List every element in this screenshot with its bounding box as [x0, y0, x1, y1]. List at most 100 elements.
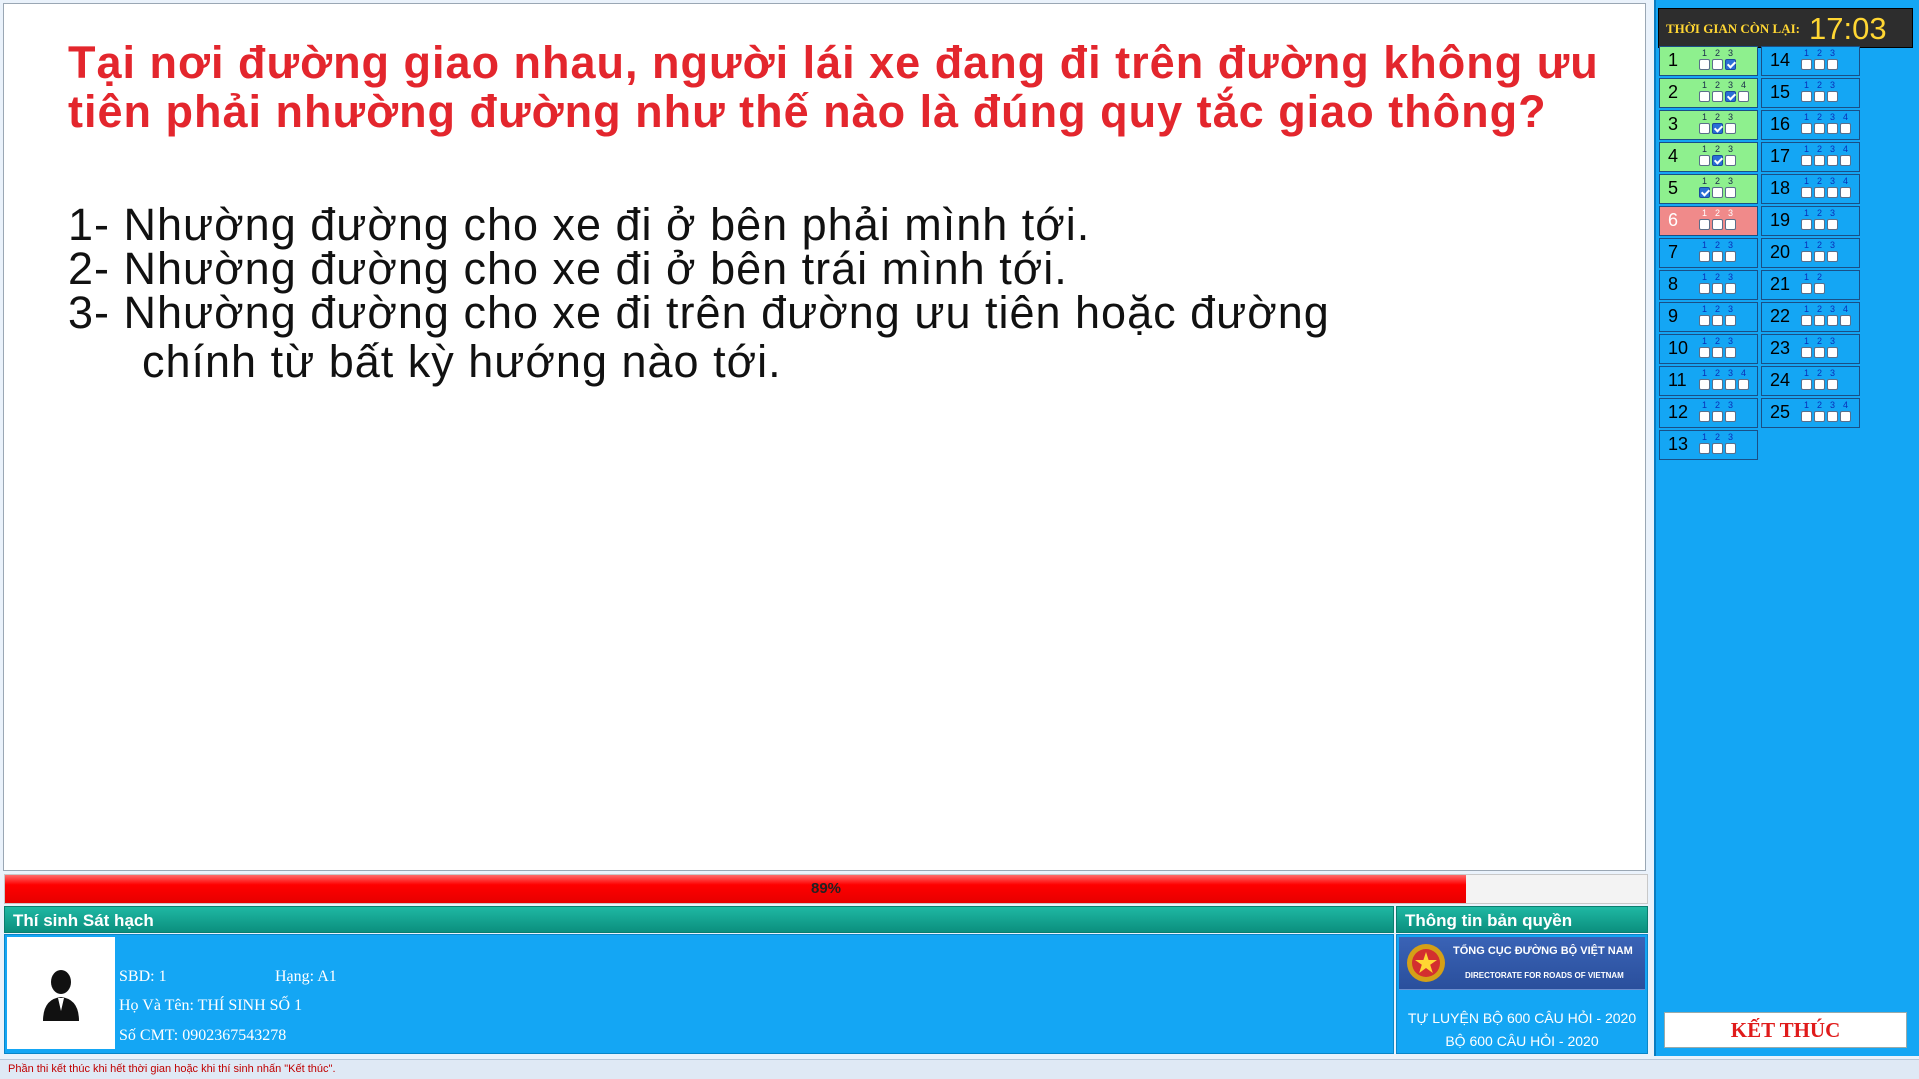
- question-4-cell[interactable]: 4 123: [1659, 142, 1758, 172]
- question-13-cell[interactable]: 13 1 2 3: [1659, 430, 1758, 460]
- question-8-cell[interactable]: 8 123: [1659, 270, 1758, 300]
- question-21-cell[interactable]: 21 1 2: [1761, 270, 1860, 300]
- option-4-checkbox[interactable]: 4: [1839, 144, 1852, 166]
- finish-button[interactable]: KẾT THÚC: [1664, 1012, 1907, 1048]
- question-12-cell[interactable]: 12 1 2 3: [1659, 398, 1758, 428]
- option-1-checkbox[interactable]: 1: [1800, 176, 1813, 198]
- option-2-checkbox[interactable]: 2: [1711, 48, 1724, 70]
- option-3-checkbox[interactable]: 3: [1724, 304, 1737, 326]
- question-6-cell[interactable]: 6 123: [1659, 206, 1758, 236]
- question-2-cell[interactable]: 21234: [1659, 78, 1758, 108]
- option-3-checkbox[interactable]: 3: [1724, 80, 1737, 102]
- option-3-checkbox[interactable]: 3: [1826, 400, 1839, 422]
- option-2-checkbox[interactable]: 2: [1711, 336, 1724, 358]
- option-3-checkbox[interactable]: 3: [1826, 80, 1839, 102]
- question-17-cell[interactable]: 17 1 2 3 4: [1761, 142, 1860, 172]
- option-2-checkbox[interactable]: 2: [1813, 176, 1826, 198]
- question-24-cell[interactable]: 24 1 2 3: [1761, 366, 1860, 396]
- option-1-checkbox[interactable]: 1: [1698, 368, 1711, 390]
- option-2-checkbox[interactable]: 2: [1813, 400, 1826, 422]
- option-3-checkbox[interactable]: 3: [1826, 240, 1839, 262]
- option-1-checkbox[interactable]: 1: [1800, 240, 1813, 262]
- question-9-cell[interactable]: 9 123: [1659, 302, 1758, 332]
- option-1-checkbox[interactable]: 1: [1698, 144, 1711, 166]
- question-22-cell[interactable]: 22 1 2 3 4: [1761, 302, 1860, 332]
- option-1-checkbox[interactable]: 1: [1698, 336, 1711, 358]
- option-3-checkbox[interactable]: 3: [1826, 368, 1839, 390]
- option-3-checkbox[interactable]: 3: [1826, 304, 1839, 326]
- question-15-cell[interactable]: 15 1 2 3: [1761, 78, 1860, 108]
- option-3-checkbox[interactable]: 3: [1724, 368, 1737, 390]
- option-1-checkbox[interactable]: 1: [1698, 240, 1711, 262]
- question-25-cell[interactable]: 25 1 2 3 4: [1761, 398, 1860, 428]
- option-2-checkbox[interactable]: 2: [1711, 80, 1724, 102]
- option-3-checkbox[interactable]: 3: [1826, 336, 1839, 358]
- option-2-checkbox[interactable]: 2: [1813, 368, 1826, 390]
- option-1-checkbox[interactable]: 1: [1800, 304, 1813, 326]
- option-2-checkbox[interactable]: 2: [1711, 432, 1724, 454]
- option-4-checkbox[interactable]: 4: [1737, 368, 1750, 390]
- option-2-checkbox[interactable]: 2: [1711, 240, 1724, 262]
- option-1-checkbox[interactable]: 1: [1698, 400, 1711, 422]
- option-3-checkbox[interactable]: 3: [1826, 112, 1839, 134]
- option-1-checkbox[interactable]: 1: [1800, 208, 1813, 230]
- question-23-cell[interactable]: 23 1 2 3: [1761, 334, 1860, 364]
- question-7-cell[interactable]: 7 123: [1659, 238, 1758, 268]
- option-1-checkbox[interactable]: 1: [1800, 112, 1813, 134]
- question-16-cell[interactable]: 16 1 2 3 4: [1761, 110, 1860, 140]
- option-1-checkbox[interactable]: 1: [1698, 432, 1711, 454]
- option-1-checkbox[interactable]: 1: [1800, 368, 1813, 390]
- option-4-checkbox[interactable]: 4: [1839, 176, 1852, 198]
- option-3-checkbox[interactable]: 3: [1724, 48, 1737, 70]
- option-1-checkbox[interactable]: 1: [1698, 112, 1711, 134]
- option-1-checkbox[interactable]: 1: [1698, 208, 1711, 230]
- option-4-checkbox[interactable]: 4: [1839, 112, 1852, 134]
- question-1-cell[interactable]: 1123: [1659, 46, 1758, 76]
- option-2-checkbox[interactable]: 2: [1813, 336, 1826, 358]
- option-2-checkbox[interactable]: 2: [1813, 144, 1826, 166]
- option-2-checkbox[interactable]: 2: [1813, 80, 1826, 102]
- option-2-checkbox[interactable]: 2: [1813, 48, 1826, 70]
- option-3-checkbox[interactable]: 3: [1724, 144, 1737, 166]
- option-1-checkbox[interactable]: 1: [1698, 272, 1711, 294]
- question-5-cell[interactable]: 5 123: [1659, 174, 1758, 204]
- option-3-checkbox[interactable]: 3: [1724, 112, 1737, 134]
- option-2-checkbox[interactable]: 2: [1711, 208, 1724, 230]
- question-10-cell[interactable]: 10 1 2 3: [1659, 334, 1758, 364]
- option-2-checkbox[interactable]: 2: [1711, 176, 1724, 198]
- option-3-checkbox[interactable]: 3: [1724, 400, 1737, 422]
- question-19-cell[interactable]: 19 1 2 3: [1761, 206, 1860, 236]
- option-3-checkbox[interactable]: 3: [1826, 208, 1839, 230]
- option-3-checkbox[interactable]: 3: [1826, 144, 1839, 166]
- option-1-checkbox[interactable]: 1: [1698, 176, 1711, 198]
- option-2-checkbox[interactable]: 2: [1813, 112, 1826, 134]
- option-2-checkbox[interactable]: 2: [1813, 208, 1826, 230]
- option-3-checkbox[interactable]: 3: [1724, 176, 1737, 198]
- option-2-checkbox[interactable]: 2: [1711, 368, 1724, 390]
- option-3-checkbox[interactable]: 3: [1724, 336, 1737, 358]
- option-2-checkbox[interactable]: 2: [1711, 144, 1724, 166]
- question-11-cell[interactable]: 11 1 2 3 4: [1659, 366, 1758, 396]
- option-3-checkbox[interactable]: 3: [1724, 272, 1737, 294]
- option-1-checkbox[interactable]: 1: [1800, 48, 1813, 70]
- answer-1[interactable]: 1- Nhường đường cho xe đi ở bên phải mìn…: [68, 200, 1608, 249]
- option-3-checkbox[interactable]: 3: [1724, 432, 1737, 454]
- option-3-checkbox[interactable]: 3: [1826, 176, 1839, 198]
- option-2-checkbox[interactable]: 2: [1813, 240, 1826, 262]
- answer-3[interactable]: 3- Nhường đường cho xe đi trên đường ưu …: [68, 288, 1608, 386]
- answer-2[interactable]: 2- Nhường đường cho xe đi ở bên trái mìn…: [68, 244, 1608, 293]
- option-1-checkbox[interactable]: 1: [1800, 144, 1813, 166]
- option-1-checkbox[interactable]: 1: [1800, 336, 1813, 358]
- option-4-checkbox[interactable]: 4: [1839, 304, 1852, 326]
- question-3-cell[interactable]: 3123: [1659, 110, 1758, 140]
- question-20-cell[interactable]: 20 1 2 3: [1761, 238, 1860, 268]
- option-2-checkbox[interactable]: 2: [1711, 272, 1724, 294]
- option-3-checkbox[interactable]: 3: [1724, 240, 1737, 262]
- option-2-checkbox[interactable]: 2: [1711, 112, 1724, 134]
- option-1-checkbox[interactable]: 1: [1800, 80, 1813, 102]
- option-4-checkbox[interactable]: 4: [1839, 400, 1852, 422]
- option-1-checkbox[interactable]: 1: [1698, 48, 1711, 70]
- question-14-cell[interactable]: 14 1 2 3: [1761, 46, 1860, 76]
- option-3-checkbox[interactable]: 3: [1826, 48, 1839, 70]
- option-2-checkbox[interactable]: 2: [1813, 272, 1826, 294]
